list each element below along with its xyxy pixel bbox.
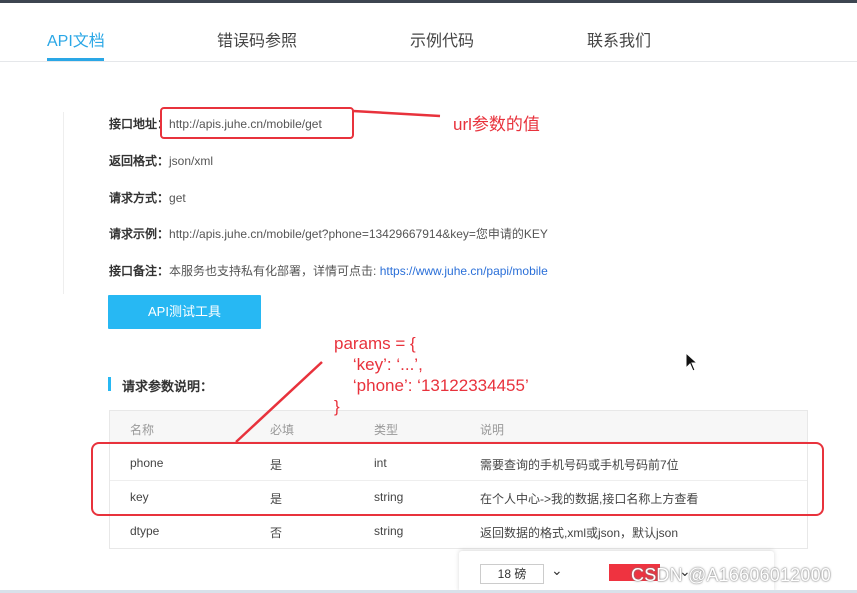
chevron-down-icon[interactable]: ⌄ [551, 562, 563, 579]
annotation-lines [235, 109, 441, 443]
annotation-params-code: params = { ‘key’: ‘...’, ‘phone’: ‘13122… [334, 334, 529, 416]
font-size-select[interactable]: 18 磅 [480, 564, 544, 584]
annotation-line-params [235, 361, 323, 443]
mouse-cursor-icon [685, 352, 699, 372]
annotation-url-note: url参数的值 [453, 115, 540, 134]
annotation-line-url [352, 109, 441, 118]
watermark: CSDN @A16606012000 [631, 565, 832, 585]
